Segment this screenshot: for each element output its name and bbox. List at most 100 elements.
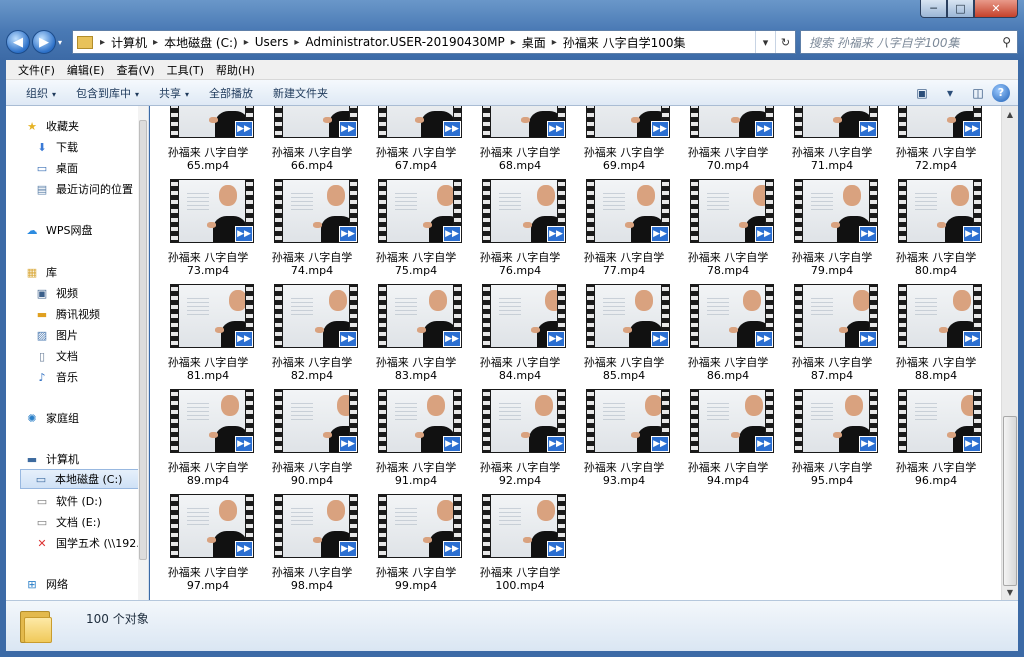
file-item[interactable]: ▶▶ 孙福来 八字自学 68.mp4 (468, 106, 572, 172)
file-item[interactable]: ▶▶ 孙福来 八字自学 86.mp4 (676, 278, 780, 382)
file-item[interactable]: ▶▶ 孙福来 八字自学 79.mp4 (780, 173, 884, 277)
file-item[interactable]: ▶▶ 孙福来 八字自学 82.mp4 (260, 278, 364, 382)
file-item[interactable]: ▶▶ 孙福来 八字自学 89.mp4 (156, 383, 260, 487)
file-item[interactable]: ▶▶ 孙福来 八字自学 70.mp4 (676, 106, 780, 172)
breadcrumb-administrator[interactable]: Administrator.USER-20190430MP (302, 35, 507, 49)
file-item[interactable]: ▶▶ 孙福来 八字自学 76.mp4 (468, 173, 572, 277)
nav-tencent-video[interactable]: ▬ 腾讯视频 (34, 304, 100, 324)
crumb-separator[interactable]: ▸ (291, 37, 302, 48)
file-item[interactable]: ▶▶ 孙福来 八字自学 96.mp4 (884, 383, 988, 487)
include-library-button[interactable]: 包含到库中 ▾ (66, 85, 149, 101)
nav-wps-drive[interactable]: ☁ WPS网盘 (24, 220, 93, 240)
breadcrumb-users[interactable]: Users (252, 35, 292, 49)
file-item[interactable]: ▶▶ 孙福来 八字自学 80.mp4 (884, 173, 988, 277)
file-item[interactable]: ▶▶ 孙福来 八字自学 98.mp4 (260, 488, 364, 592)
video-file-icon: ▶▶ (755, 226, 773, 242)
nav-network-drive[interactable]: ✕ 国学五术 (\\192. (34, 533, 139, 553)
crumb-separator[interactable]: ▸ (508, 37, 519, 48)
search-icon[interactable]: ⚲ (1002, 35, 1011, 49)
crumb-separator[interactable]: ▸ (241, 37, 252, 48)
content-scrollbar-thumb[interactable] (1003, 416, 1017, 586)
file-item[interactable]: ▶▶ 孙福来 八字自学 65.mp4 (156, 106, 260, 172)
file-item[interactable]: ▶▶ 孙福来 八字自学 71.mp4 (780, 106, 884, 172)
nav-recent[interactable]: ▤ 最近访问的位置 (34, 179, 133, 199)
file-item[interactable]: ▶▶ 孙福来 八字自学 100.mp4 (468, 488, 572, 592)
menu-view[interactable]: 查看(V) (110, 62, 160, 78)
nav-drive-d[interactable]: ▭ 软件 (D:) (34, 491, 102, 511)
close-button[interactable]: ✕ (974, 0, 1018, 18)
menu-help[interactable]: 帮助(H) (210, 62, 261, 78)
file-item[interactable]: ▶▶ 孙福来 八字自学 91.mp4 (364, 383, 468, 487)
nav-downloads[interactable]: ⬇ 下载 (34, 137, 78, 157)
nav-network[interactable]: ⊞ 网络 (24, 574, 68, 594)
file-item[interactable]: ▶▶ 孙福来 八字自学 72.mp4 (884, 106, 988, 172)
nav-music[interactable]: ♪ 音乐 (34, 367, 78, 387)
video-thumbnail: ▶▶ (690, 106, 774, 138)
view-options-icon[interactable]: ▣ (908, 83, 936, 103)
nav-desktop[interactable]: ▭ 桌面 (34, 158, 78, 178)
address-bar[interactable]: ▸ 计算机 ▸ 本地磁盘 (C:) ▸ Users ▸ Administrato… (72, 30, 796, 54)
nav-drive-c[interactable]: ▭ 本地磁盘 (C:) (20, 469, 143, 489)
file-item[interactable]: ▶▶ 孙福来 八字自学 75.mp4 (364, 173, 468, 277)
breadcrumb-computer[interactable]: 计算机 (108, 34, 150, 51)
menu-tools[interactable]: 工具(T) (161, 62, 210, 78)
file-item[interactable]: ▶▶ 孙福来 八字自学 90.mp4 (260, 383, 364, 487)
play-all-button[interactable]: 全部播放 (199, 85, 263, 101)
breadcrumb-current-folder[interactable]: 孙福来 八字自学100集 (560, 34, 689, 51)
content-scrollbar[interactable]: ▲ ▼ (1001, 106, 1018, 600)
file-item[interactable]: ▶▶ 孙福来 八字自学 66.mp4 (260, 106, 364, 172)
nav-homegroup[interactable]: ✺ 家庭组 (24, 408, 79, 428)
search-input[interactable]: 搜索 孙福来 八字自学100集 ⚲ (800, 30, 1018, 54)
file-item[interactable]: ▶▶ 孙福来 八字自学 73.mp4 (156, 173, 260, 277)
nav-computer[interactable]: ▬ 计算机 (24, 449, 79, 469)
breadcrumb-drive-c[interactable]: 本地磁盘 (C:) (161, 34, 241, 51)
recent-pages-dropdown[interactable]: ▾ (58, 38, 68, 47)
crumb-separator[interactable]: ▸ (150, 37, 161, 48)
crumb-separator[interactable]: ▸ (549, 37, 560, 48)
file-item[interactable]: ▶▶ 孙福来 八字自学 83.mp4 (364, 278, 468, 382)
menu-edit[interactable]: 编辑(E) (61, 62, 111, 78)
file-item[interactable]: ▶▶ 孙福来 八字自学 97.mp4 (156, 488, 260, 592)
nav-libraries[interactable]: ▦ 库 (24, 262, 57, 282)
file-item[interactable]: ▶▶ 孙福来 八字自学 92.mp4 (468, 383, 572, 487)
nav-documents[interactable]: ▯ 文档 (34, 346, 78, 366)
file-item[interactable]: ▶▶ 孙福来 八字自学 87.mp4 (780, 278, 884, 382)
crumb-separator[interactable]: ▸ (97, 37, 108, 48)
file-item[interactable]: ▶▶ 孙福来 八字自学 88.mp4 (884, 278, 988, 382)
file-item[interactable]: ▶▶ 孙福来 八字自学 81.mp4 (156, 278, 260, 382)
nav-scrollbar[interactable] (138, 106, 148, 600)
preview-pane-icon[interactable]: ◫ (964, 83, 992, 103)
maximize-button[interactable]: □ (947, 0, 974, 18)
file-item[interactable]: ▶▶ 孙福来 八字自学 69.mp4 (572, 106, 676, 172)
file-item[interactable]: ▶▶ 孙福来 八字自学 74.mp4 (260, 173, 364, 277)
file-name-line1: 孙福来 八字自学 (375, 356, 457, 369)
forward-button[interactable]: ▶ (32, 30, 56, 54)
file-item[interactable]: ▶▶ 孙福来 八字自学 94.mp4 (676, 383, 780, 487)
file-item[interactable]: ▶▶ 孙福来 八字自学 77.mp4 (572, 173, 676, 277)
nav-videos[interactable]: ▣ 视频 (34, 283, 78, 303)
share-button[interactable]: 共享 ▾ (149, 85, 199, 101)
file-item[interactable]: ▶▶ 孙福来 八字自学 99.mp4 (364, 488, 468, 592)
file-item[interactable]: ▶▶ 孙福来 八字自学 93.mp4 (572, 383, 676, 487)
file-item[interactable]: ▶▶ 孙福来 八字自学 78.mp4 (676, 173, 780, 277)
back-button[interactable]: ◀ (6, 30, 30, 54)
scroll-up-arrow-icon[interactable]: ▲ (1002, 106, 1018, 122)
breadcrumb-desktop[interactable]: 桌面 (519, 34, 549, 51)
organize-button[interactable]: 组织 ▾ (16, 85, 66, 101)
file-item[interactable]: ▶▶ 孙福来 八字自学 85.mp4 (572, 278, 676, 382)
refresh-button[interactable]: ↻ (775, 31, 795, 53)
file-item[interactable]: ▶▶ 孙福来 八字自学 95.mp4 (780, 383, 884, 487)
nav-pictures[interactable]: ▨ 图片 (34, 325, 78, 345)
new-folder-button[interactable]: 新建文件夹 (263, 85, 338, 101)
nav-drive-e[interactable]: ▭ 文档 (E:) (34, 512, 101, 532)
nav-scrollbar-thumb[interactable] (139, 120, 147, 560)
file-item[interactable]: ▶▶ 孙福来 八字自学 67.mp4 (364, 106, 468, 172)
menu-file[interactable]: 文件(F) (12, 62, 61, 78)
scroll-down-arrow-icon[interactable]: ▼ (1002, 584, 1018, 600)
address-dropdown-button[interactable]: ▾ (755, 31, 775, 53)
view-dropdown-icon[interactable]: ▾ (936, 83, 964, 103)
minimize-button[interactable]: ─ (920, 0, 947, 18)
help-icon[interactable]: ? (992, 83, 1010, 102)
nav-favorites[interactable]: ★ 收藏夹 (24, 116, 79, 136)
file-item[interactable]: ▶▶ 孙福来 八字自学 84.mp4 (468, 278, 572, 382)
